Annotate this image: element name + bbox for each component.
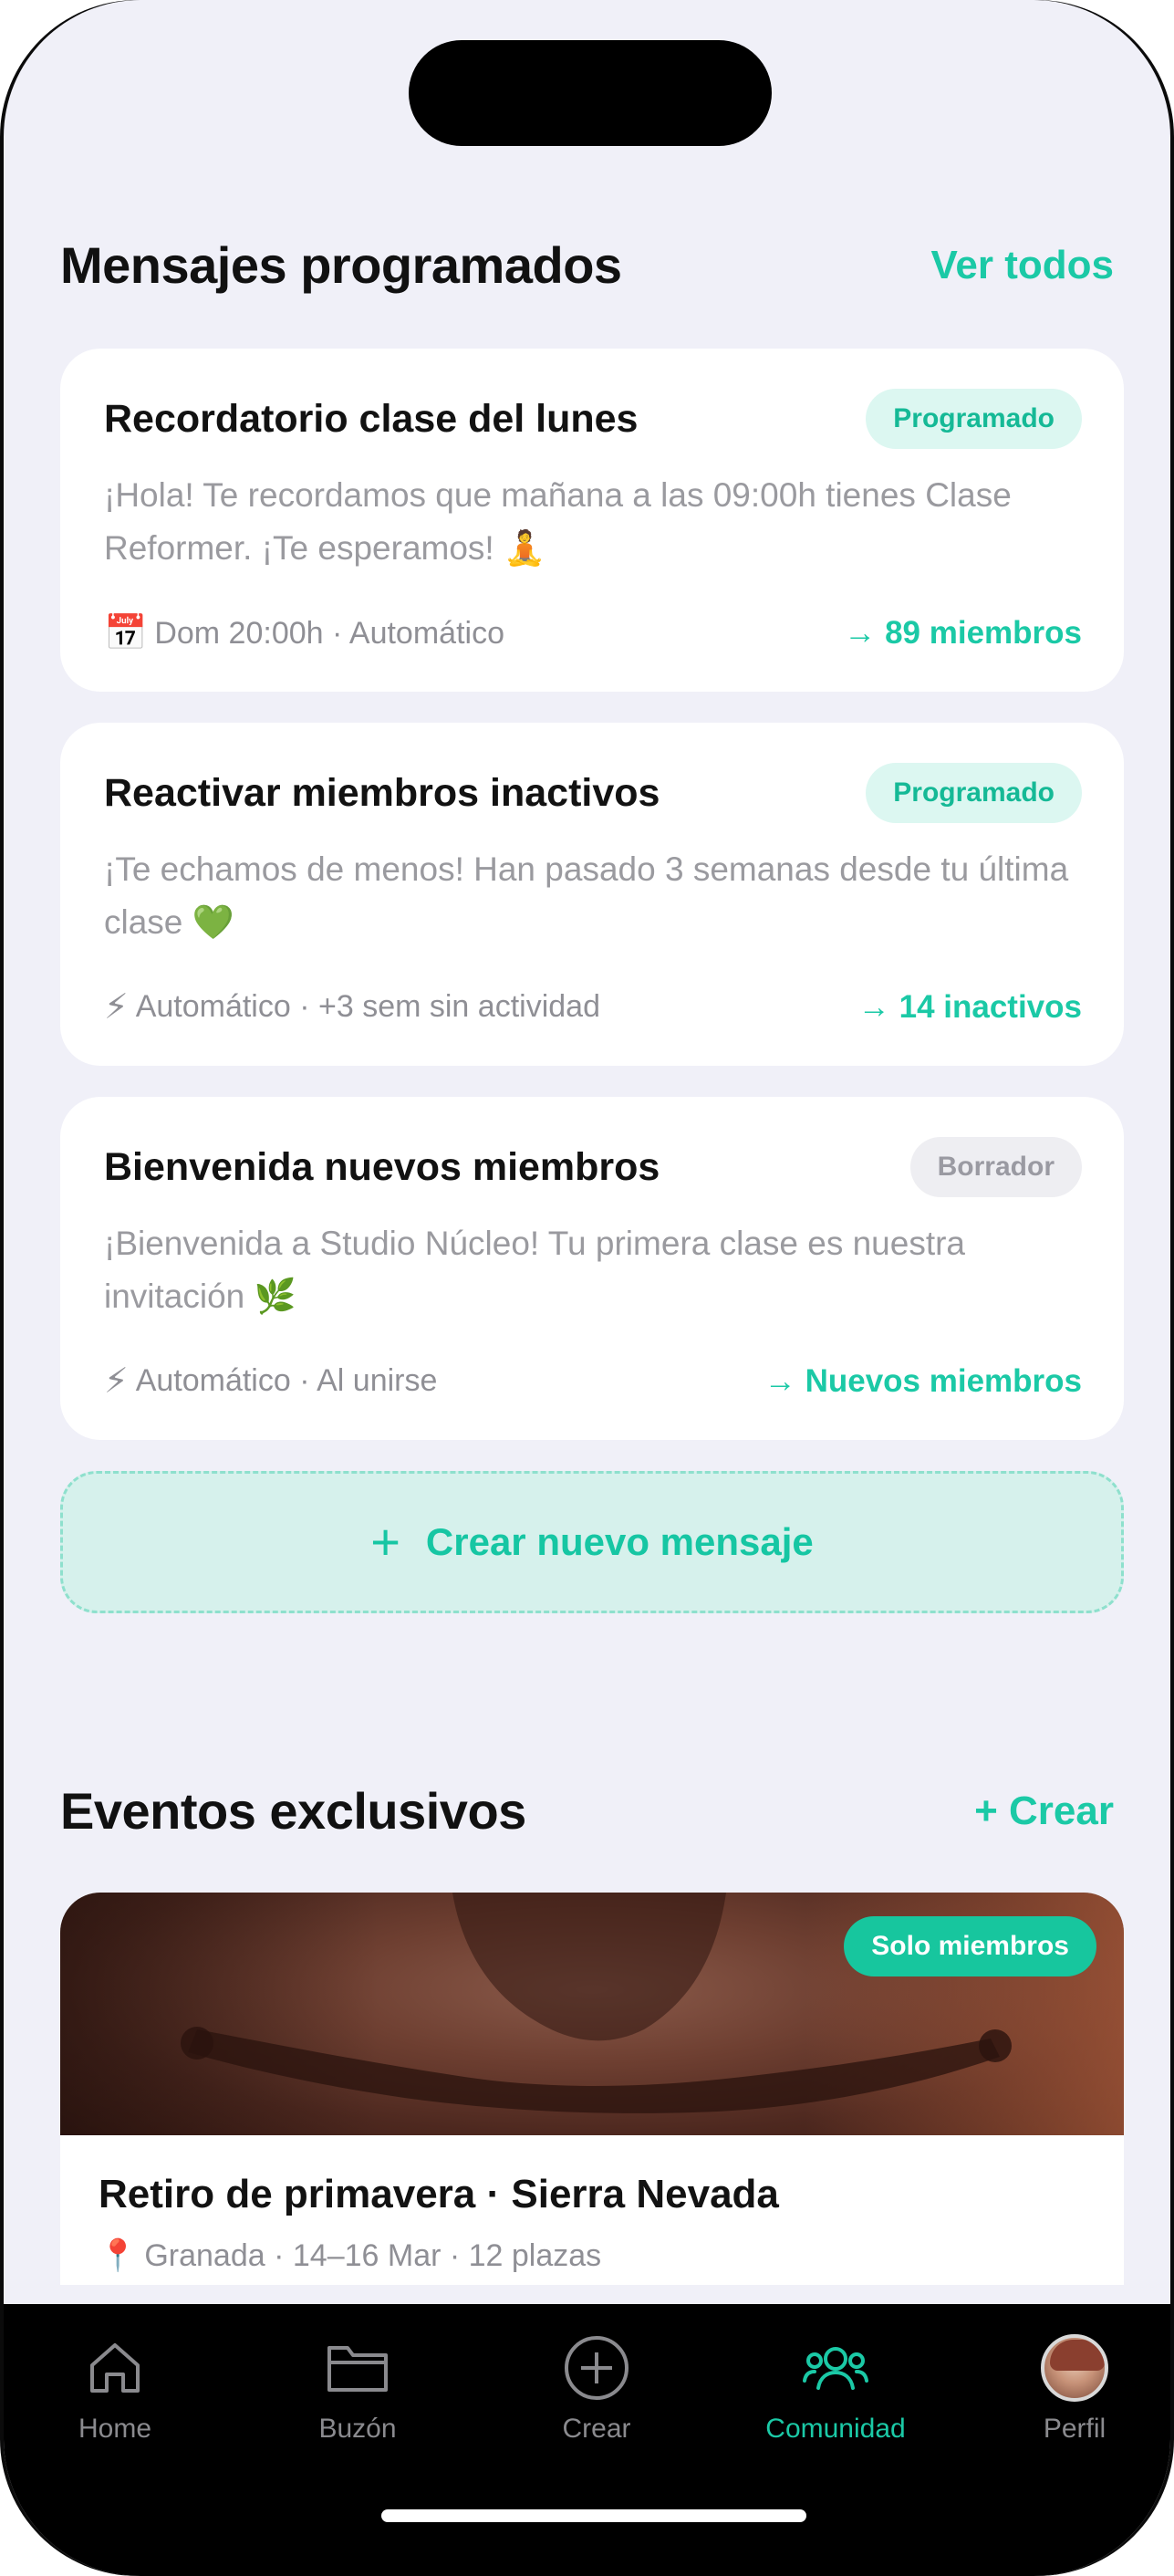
folder-icon bbox=[321, 2331, 394, 2404]
message-meta: ⚡ Automático · Al unirse bbox=[104, 1361, 437, 1402]
meta-text: Dom 20:00h · Automático bbox=[154, 615, 504, 651]
tab-label: Crear bbox=[562, 2414, 631, 2444]
message-title: Recordatorio clase del lunes bbox=[104, 396, 639, 441]
community-icon bbox=[799, 2331, 872, 2404]
tab-label: Comunidad bbox=[765, 2414, 906, 2444]
home-indicator bbox=[381, 2509, 806, 2522]
home-icon bbox=[78, 2331, 151, 2404]
message-body: ¡Bienvenida a Studio Núcleo! Tu primera … bbox=[104, 1225, 966, 1315]
message-card[interactable]: Recordatorio clase del lunes Programado … bbox=[60, 349, 1124, 692]
tab-community[interactable]: Comunidad bbox=[726, 2331, 945, 2445]
message-title: Reactivar miembros inactivos bbox=[104, 770, 660, 815]
meta-text: Automático · Al unirse bbox=[135, 1363, 438, 1398]
tab-label: Buzón bbox=[318, 2414, 397, 2444]
status-badge: Programado bbox=[866, 389, 1082, 449]
tab-label: Perfil bbox=[1043, 2414, 1106, 2444]
message-card[interactable]: Bienvenida nuevos miembros Borrador ¡Bie… bbox=[60, 1097, 1124, 1440]
lightning-icon: ⚡ bbox=[104, 1362, 129, 1401]
scheduled-header: Mensajes programados Ver todos bbox=[60, 235, 1114, 295]
plus-icon: + bbox=[370, 1513, 400, 1570]
events-header: Eventos exclusivos + Crear bbox=[60, 1781, 1114, 1841]
status-badge: Borrador bbox=[909, 1137, 1082, 1197]
event-card[interactable]: Solo miembros Retiro de primavera · Sier… bbox=[60, 1893, 1124, 2285]
message-meta: ⚡ Automático · +3 sem sin actividad bbox=[104, 986, 600, 1027]
screen: Mensajes programados Ver todos Recordato… bbox=[4, 0, 1170, 2576]
plus-circle-icon bbox=[560, 2331, 633, 2404]
members-only-badge: Solo miembros bbox=[844, 1916, 1096, 1976]
section-title: Mensajes programados bbox=[60, 236, 622, 294]
lightning-icon: ⚡ bbox=[104, 988, 129, 1027]
tab-create[interactable]: Crear bbox=[487, 2331, 706, 2445]
tab-profile[interactable]: Perfil bbox=[965, 2331, 1170, 2445]
tab-bar: Home Buzón Crear Comunidad Perfil bbox=[4, 2304, 1170, 2576]
message-target[interactable]: → 89 miembros bbox=[844, 615, 1082, 652]
event-meta: 📍 Granada · 14–16 Mar · 12 plazas bbox=[99, 2237, 601, 2274]
message-body: ¡Hola! Te recordamos que mañana a las 09… bbox=[104, 476, 1012, 567]
message-target[interactable]: → Nuevos miembros bbox=[764, 1363, 1082, 1400]
event-image: Solo miembros bbox=[60, 1893, 1124, 2135]
message-card[interactable]: Reactivar miembros inactivos Programado … bbox=[60, 723, 1124, 1066]
avatar bbox=[1041, 2334, 1108, 2402]
message-meta: 📅 Dom 20:00h · Automático bbox=[104, 613, 504, 653]
status-badge: Programado bbox=[866, 763, 1082, 823]
tab-label: Home bbox=[78, 2414, 152, 2444]
meta-text: Automático · +3 sem sin actividad bbox=[135, 989, 600, 1024]
view-all-link[interactable]: Ver todos bbox=[931, 243, 1115, 288]
calendar-icon: 📅 bbox=[104, 614, 148, 652]
tab-home[interactable]: Home bbox=[5, 2331, 224, 2445]
message-body: ¡Te echamos de menos! Han pasado 3 seman… bbox=[104, 850, 1069, 941]
create-event-link[interactable]: + Crear bbox=[974, 1789, 1114, 1834]
section-title: Eventos exclusivos bbox=[60, 1782, 526, 1840]
message-target[interactable]: → 14 inactivos bbox=[858, 989, 1082, 1026]
create-message-label: Crear nuevo mensaje bbox=[425, 1520, 814, 1563]
message-title: Bienvenida nuevos miembros bbox=[104, 1144, 660, 1189]
create-message-button[interactable]: + Crear nuevo mensaje bbox=[60, 1471, 1124, 1613]
phone-frame: Mensajes programados Ver todos Recordato… bbox=[0, 0, 1174, 2576]
event-meta-text: Granada · 14–16 Mar · 12 plazas bbox=[144, 2237, 602, 2273]
tab-inbox[interactable]: Buzón bbox=[248, 2331, 467, 2445]
location-pin-icon: 📍 bbox=[99, 2238, 138, 2273]
dynamic-island bbox=[409, 40, 772, 146]
event-title: Retiro de primavera · Sierra Nevada bbox=[99, 2172, 779, 2216]
